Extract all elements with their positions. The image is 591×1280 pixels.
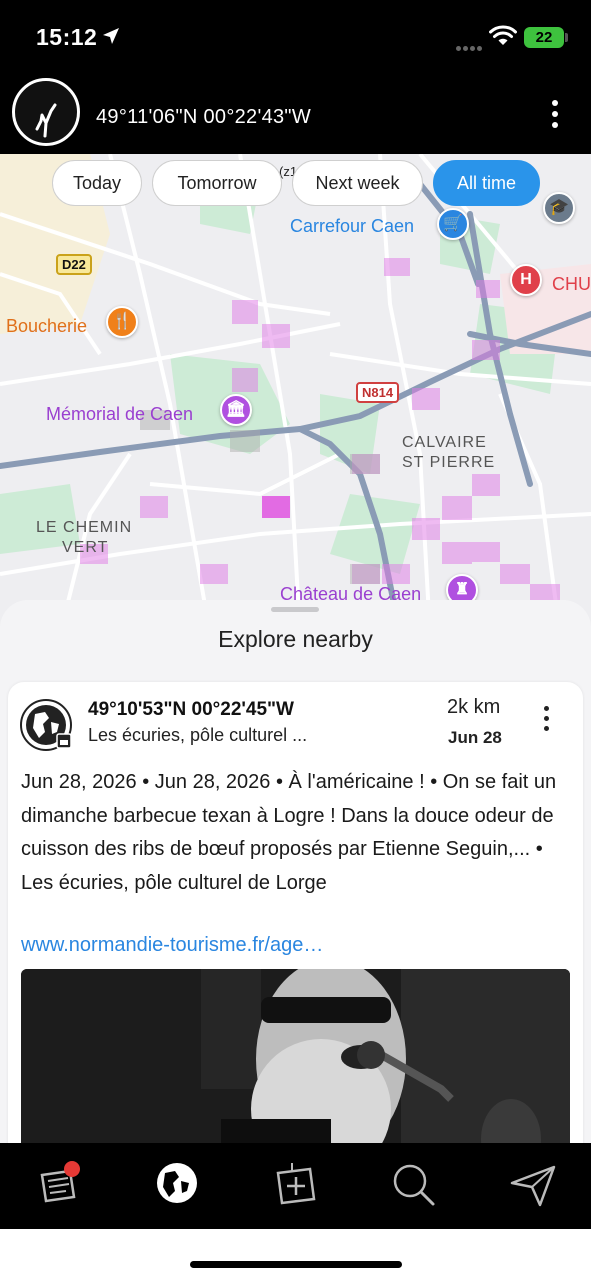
map-label-memorial: Mémorial de Caen	[46, 404, 194, 424]
app-header: 49°11'06"N 00°22'43"W	[0, 76, 591, 154]
map-label-calvaire-2: ST PIERRE	[402, 454, 496, 471]
hand-logo-icon	[35, 103, 57, 138]
hospital-icon[interactable]: H	[510, 264, 542, 296]
map-label-chemin-2: VERT	[62, 539, 109, 556]
battery-icon: 22	[524, 27, 564, 48]
map-label-calvaire-1: CALVAIRE	[402, 434, 487, 451]
map-label-carrefour: Carrefour Caen	[290, 216, 415, 236]
card-menu-icon[interactable]	[538, 706, 554, 738]
map-label-chemin-1: LE CHEMIN	[36, 519, 133, 536]
home-area	[0, 1229, 591, 1280]
status-time: 15:12	[36, 24, 98, 50]
road-sign-d22: D22	[56, 254, 92, 275]
event-coordinates: 49°10'53"N 00°22'45"W	[88, 699, 294, 720]
header-coordinates: 49°11'06"N 00°22'43"W	[96, 106, 312, 128]
globe-icon	[157, 1163, 197, 1203]
map-view[interactable]: Carrefour Caen 🛒 🎓 H CHU Boucherie 🍴 D22…	[0, 154, 591, 634]
filter-next-week[interactable]: Next week	[292, 160, 423, 206]
filter-today[interactable]: Today	[52, 160, 142, 206]
home-indicator[interactable]	[190, 1261, 402, 1268]
search-icon	[393, 1164, 435, 1206]
event-venue: Les écuries, pôle culturel ...	[88, 725, 308, 745]
singer-photo	[21, 969, 570, 1143]
filter-tomorrow[interactable]: Tomorrow	[152, 160, 282, 206]
send-icon	[510, 1165, 556, 1207]
event-card[interactable]: 49°10'53"N 00°22'45"W Les écuries, pôle …	[8, 682, 583, 1143]
feed-icon	[40, 1161, 80, 1203]
wifi-icon	[489, 25, 517, 45]
explore-sheet: Explore nearby 49°10'53"N 00°22'45"W Les…	[0, 600, 591, 1143]
app-logo[interactable]	[12, 78, 80, 146]
restaurant-icon[interactable]: 🍴	[106, 306, 138, 338]
header-menu-icon[interactable]	[544, 100, 566, 134]
sheet-drag-handle[interactable]	[271, 607, 319, 612]
map-label-chu: CHU	[552, 274, 591, 294]
event-distance: 2k km	[447, 696, 501, 718]
location-arrow-icon	[103, 28, 119, 44]
globe-avatar-icon	[20, 699, 72, 751]
date-filter-bar: Today Tomorrow Next week All time	[0, 160, 591, 206]
event-photo[interactable]	[21, 969, 570, 1143]
nav-add-post[interactable]	[272, 1161, 320, 1209]
status-bar: 15:12 22	[0, 0, 591, 76]
sheet-title: Explore nearby	[218, 626, 373, 652]
event-date: Jun 28	[448, 728, 502, 747]
signal-dots-icon	[456, 38, 484, 56]
cart-icon[interactable]: 🛒	[437, 208, 469, 240]
nav-search[interactable]	[390, 1161, 438, 1209]
map-label-boucherie: Boucherie	[6, 316, 88, 336]
nav-feed[interactable]	[36, 1161, 84, 1209]
event-link[interactable]: www.normandie-tourisme.fr/age…	[21, 934, 323, 957]
battery-level: 22	[535, 29, 553, 46]
event-description: Jun 28, 2026 • Jun 28, 2026 • À l'améric…	[21, 771, 557, 894]
nav-send[interactable]	[510, 1161, 558, 1209]
bottom-nav	[0, 1143, 591, 1229]
nav-explore[interactable]	[153, 1161, 201, 1209]
filter-all-time[interactable]: All time	[433, 160, 540, 206]
add-post-icon	[276, 1163, 316, 1205]
battery-tip	[565, 33, 568, 42]
road-sign-n814: N814	[356, 382, 400, 403]
museum-icon[interactable]: 🏛	[220, 394, 252, 426]
